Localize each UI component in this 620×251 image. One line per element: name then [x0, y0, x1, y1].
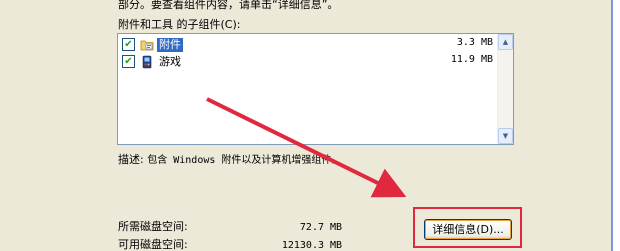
annotation-arrow [206, 97, 407, 198]
annotation-arrow-line [206, 97, 407, 198]
